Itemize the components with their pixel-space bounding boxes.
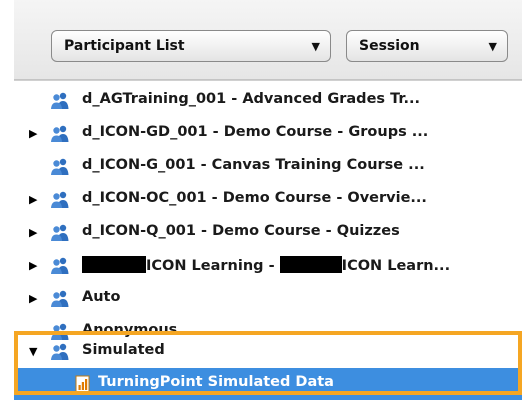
expand-arrow-icon[interactable]: ▶ <box>29 127 39 141</box>
participants-icon <box>50 125 70 143</box>
tree-item-label-part: ICON Learning - <box>146 258 280 274</box>
tree-item[interactable]: ▶ d_ICON-GD_001 - Demo Course - Groups .… <box>14 118 522 150</box>
expand-arrow-icon[interactable]: ▶ <box>29 292 39 306</box>
participants-icon <box>50 191 70 209</box>
toolbar: Participant List ▼ Session ▼ <box>14 0 522 80</box>
tree-item-label: d_ICON-G_001 - Canvas Training Course ..… <box>82 157 425 173</box>
tree-item-label: d_ICON-GD_001 - Demo Course - Groups ... <box>82 124 429 140</box>
tree-item-label: Auto <box>82 289 121 305</box>
participants-icon <box>50 158 70 176</box>
tree-child-label: TurningPoint Simulated Data <box>98 374 334 390</box>
tree-item[interactable]: d_AGTraining_001 - Advanced Grades Tr... <box>14 85 522 117</box>
data-file-icon <box>74 375 94 393</box>
tree-item-label: d_ICON-Q_001 - Demo Course - Quizzes <box>82 223 400 239</box>
expand-arrow-icon[interactable]: ▶ <box>29 193 39 207</box>
chevron-down-icon: ▼ <box>488 39 497 53</box>
tree-item[interactable]: ▶ d_ICON-OC_001 - Demo Course - Overvie.… <box>14 184 522 216</box>
session-label: Session <box>359 38 420 54</box>
tree-item-simulated[interactable]: ▼ Simulated <box>14 336 522 368</box>
chevron-down-icon: ▼ <box>311 39 320 53</box>
participants-icon <box>50 92 70 110</box>
redaction-block <box>279 256 342 273</box>
tree-item[interactable]: ▶ ICON Learning - ICON Learn... <box>14 250 522 282</box>
expand-arrow-icon[interactable]: ▶ <box>29 226 39 240</box>
tree-item-label: d_ICON-OC_001 - Demo Course - Overvie... <box>82 190 427 206</box>
session-dropdown[interactable]: Session ▼ <box>346 30 508 62</box>
expand-arrow-icon[interactable]: ▶ <box>29 259 39 273</box>
participants-icon <box>50 290 70 308</box>
tree-item-label-part: ICON Learn... <box>341 258 451 274</box>
tree-item[interactable]: ▶ d_ICON-Q_001 - Demo Course - Quizzes <box>14 217 522 249</box>
tree-child-simulated-data[interactable]: TurningPoint Simulated Data <box>14 368 522 400</box>
participant-list-label: Participant List <box>64 38 185 54</box>
tree-item-label: ICON Learning - ICON Learn... <box>82 256 450 274</box>
redaction-block <box>82 256 146 273</box>
participants-icon <box>50 224 70 242</box>
participant-list-dropdown[interactable]: Participant List ▼ <box>51 30 331 62</box>
collapse-arrow-icon[interactable]: ▼ <box>29 345 39 359</box>
tree-item[interactable]: d_ICON-G_001 - Canvas Training Course ..… <box>14 151 522 183</box>
tree-item-label: d_AGTraining_001 - Advanced Grades Tr... <box>82 91 420 107</box>
participants-icon <box>50 257 70 275</box>
participants-icon <box>50 343 70 361</box>
tree-item[interactable]: ▶ Auto <box>14 283 522 315</box>
participant-tree: d_AGTraining_001 - Advanced Grades Tr...… <box>14 80 522 418</box>
tree-item-label: Simulated <box>82 342 165 358</box>
